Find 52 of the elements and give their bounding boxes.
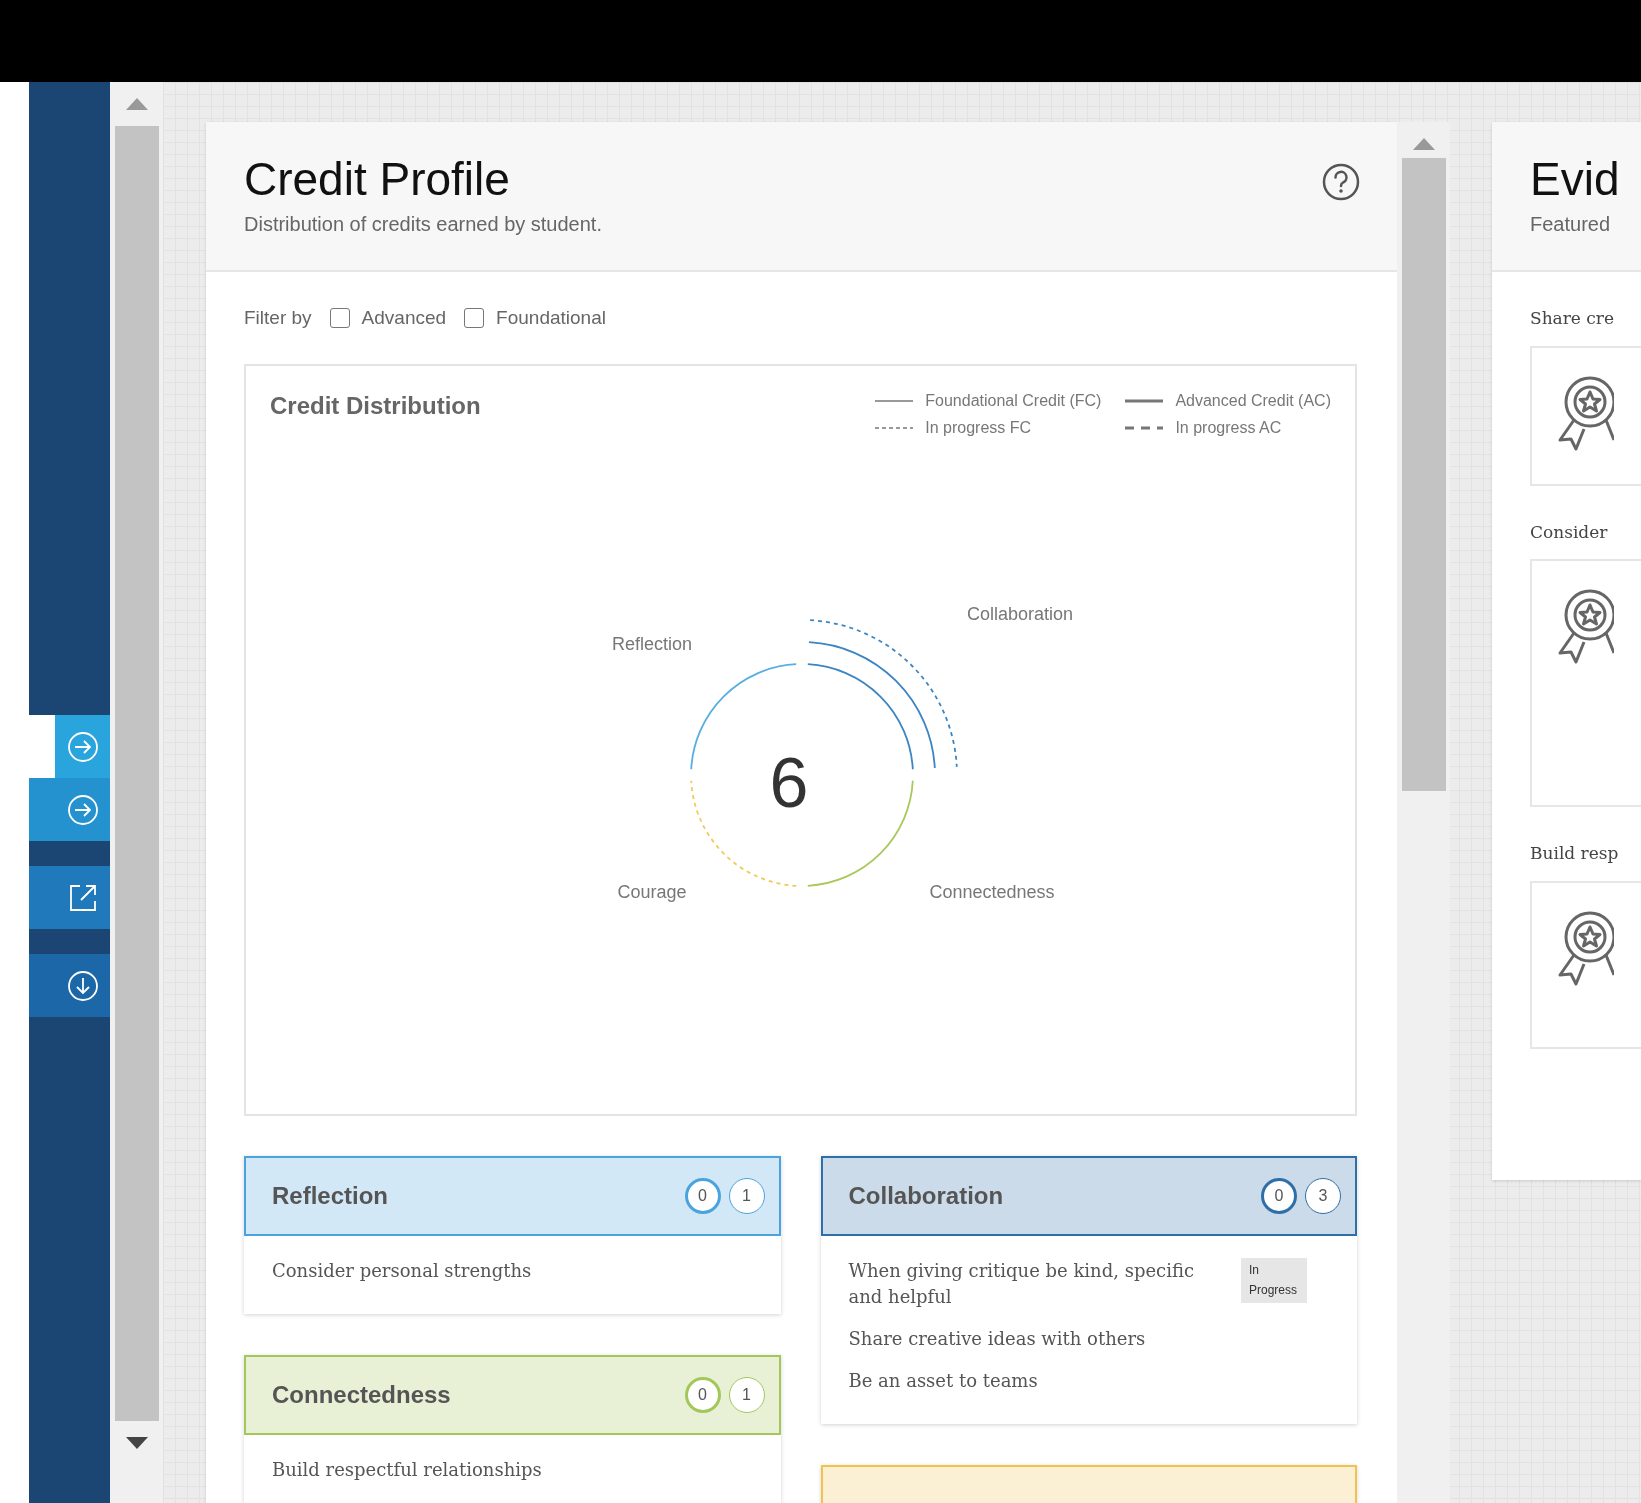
section-label: Consider (1530, 520, 1609, 544)
section-label: Share cre (1530, 307, 1616, 330)
advanced-count: 0 (684, 1178, 721, 1214)
segment-label: Connectedness (929, 882, 1055, 902)
card-title: Credit Profile (244, 154, 511, 205)
sidebar-button[interactable] (29, 866, 110, 929)
legend-label: In progress AC (1175, 418, 1282, 439)
legend-label: Foundational Credit (FC) (925, 390, 1102, 411)
download-icon (66, 968, 100, 1003)
section-label: Build resp (1530, 842, 1620, 865)
category-title: Collaboration (848, 1181, 1004, 1211)
foundational-count: 1 (728, 1377, 765, 1414)
total-credits: 6 (769, 744, 809, 822)
sidebar-button[interactable] (29, 778, 110, 841)
credit-item: When giving critique be kind, specific and helpful (848, 1259, 1195, 1310)
checkbox-label: Foundational (496, 305, 606, 330)
segment-label: Collaboration (966, 604, 1074, 624)
credit-item: Be an asset to teams (848, 1369, 1038, 1394)
scrollbar[interactable] (1397, 122, 1450, 1503)
credit-item: Share creative ideas with others (848, 1327, 1146, 1352)
sidebar-button[interactable] (29, 715, 110, 778)
foundational-count: 1 (728, 1178, 765, 1214)
credit-item: Consider personal strengths (272, 1259, 532, 1283)
segment-label: Courage (617, 882, 687, 902)
checkbox-label: Advanced (361, 305, 447, 330)
card-title: Evid (1529, 154, 1621, 205)
scroll-up-icon[interactable] (125, 98, 148, 110)
category-title: Reflection (272, 1181, 388, 1211)
category-title: Connectedness (272, 1380, 451, 1411)
arrow-right-icon (66, 792, 100, 827)
status-tag: In Progress (1241, 1258, 1307, 1303)
card-subtitle: Featured (1529, 211, 1612, 237)
foundational-count: 3 (1305, 1178, 1341, 1214)
advanced-count: 0 (1261, 1178, 1297, 1214)
card-subtitle: Distribution of credits earned by student. (244, 211, 602, 237)
help-icon[interactable] (1321, 162, 1361, 202)
arrow-right-icon (66, 729, 100, 764)
legend-label: Advanced Credit (AC) (1175, 390, 1331, 411)
scroll-down-icon[interactable] (125, 1437, 148, 1449)
scrollbar-thumb[interactable] (114, 126, 159, 1421)
scrollbar[interactable] (110, 82, 163, 1503)
scroll-up-icon[interactable] (1412, 138, 1435, 150)
credit-item: Build respectful relationships (272, 1458, 542, 1483)
chart-title: Credit Distribution (270, 391, 481, 421)
filter-label: Filter by (244, 305, 312, 330)
checkbox[interactable] (464, 308, 485, 328)
segment-label: Reflection (612, 634, 692, 654)
scrollbar-thumb[interactable] (1401, 158, 1446, 791)
checkbox[interactable] (329, 308, 350, 328)
advanced-count: 0 (684, 1377, 721, 1414)
sidebar-button[interactable] (29, 954, 110, 1017)
legend-label: In progress FC (925, 418, 1032, 439)
